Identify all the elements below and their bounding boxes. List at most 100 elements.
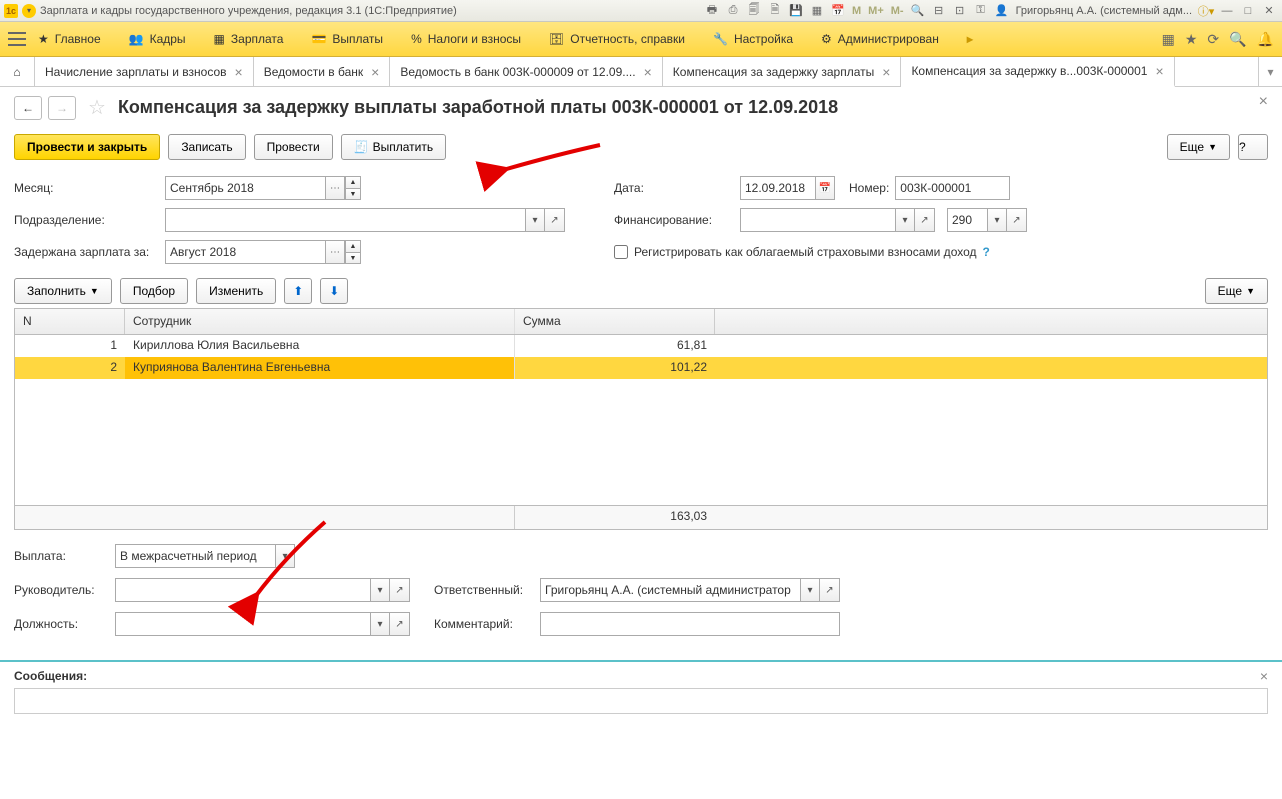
dept-open-button[interactable]: ↗ bbox=[545, 208, 565, 232]
tab-0[interactable]: Начисление зарплаты и взносов× bbox=[35, 57, 254, 86]
pos-drop-button[interactable]: ▾ bbox=[370, 612, 390, 636]
edit-button[interactable]: Изменить bbox=[196, 278, 276, 304]
tb-back-icon[interactable]: ⊟ bbox=[930, 3, 948, 19]
window-minimize-icon[interactable]: — bbox=[1218, 3, 1236, 19]
month-up-button[interactable]: ▲ bbox=[345, 176, 361, 188]
pay-button[interactable]: 🧾Выплатить bbox=[341, 134, 446, 160]
table-more-button[interactable]: Еще ▼ bbox=[1205, 278, 1268, 304]
window-close-icon[interactable]: ✕ bbox=[1260, 3, 1278, 19]
col-n-header[interactable]: N bbox=[15, 309, 125, 334]
register-tax-checkbox[interactable] bbox=[614, 245, 628, 259]
tab-4-active[interactable]: Компенсация за задержку в...003К-000001× bbox=[901, 57, 1174, 87]
write-button[interactable]: Записать bbox=[168, 134, 245, 160]
col-sum-header[interactable]: Сумма bbox=[515, 309, 715, 334]
nav-settings[interactable]: 🔧Настройка bbox=[713, 32, 793, 46]
tab-1[interactable]: Ведомости в банк× bbox=[254, 57, 391, 86]
delayed-down-button[interactable]: ▼ bbox=[345, 252, 361, 264]
tb-mminus[interactable]: M- bbox=[889, 5, 906, 17]
tb-info-icon[interactable]: ⓘ▾ bbox=[1197, 3, 1215, 19]
nav-kadry[interactable]: 👥Кадры bbox=[129, 32, 186, 46]
close-icon[interactable]: × bbox=[371, 64, 379, 80]
home-tab[interactable]: ⌂ bbox=[0, 57, 35, 86]
form-close-icon[interactable]: × bbox=[1259, 93, 1268, 111]
month-input[interactable]: Сентябрь 2018 bbox=[165, 176, 325, 200]
tb-zoom-icon[interactable]: 🔍 bbox=[909, 3, 927, 19]
table-row[interactable]: 1 Кириллова Юлия Васильевна 61,81 bbox=[15, 335, 1267, 357]
nav-main[interactable]: ★Главное bbox=[38, 32, 101, 46]
tb-key-icon[interactable]: ⚿ bbox=[972, 3, 990, 19]
number-input[interactable]: 003К-000001 bbox=[895, 176, 1010, 200]
nav-reports[interactable]: 🗄Отчетность, справки bbox=[549, 32, 685, 46]
tb-preview-icon[interactable]: ⎙ bbox=[724, 3, 742, 19]
tb-mplus[interactable]: M+ bbox=[866, 5, 886, 17]
month-ellipsis-button[interactable]: ⋯ bbox=[325, 176, 345, 200]
date-picker-button[interactable]: 📅 bbox=[815, 176, 835, 200]
dept-drop-button[interactable]: ▾ bbox=[525, 208, 545, 232]
dept-input[interactable] bbox=[165, 208, 525, 232]
fin-drop-button[interactable]: ▾ bbox=[895, 208, 915, 232]
pos-input[interactable] bbox=[115, 612, 370, 636]
hamburger-icon[interactable] bbox=[8, 32, 26, 46]
head-drop-button[interactable]: ▾ bbox=[370, 578, 390, 602]
delayed-input[interactable]: Август 2018 bbox=[165, 240, 325, 264]
delayed-up-button[interactable]: ▲ bbox=[345, 240, 361, 252]
history-icon[interactable]: ⟳ bbox=[1207, 31, 1219, 48]
resp-input[interactable]: Григорьянц А.А. (системный администратор bbox=[540, 578, 800, 602]
tb-forward-icon[interactable]: ⊡ bbox=[951, 3, 969, 19]
messages-close-icon[interactable]: × bbox=[1260, 668, 1268, 684]
more-button[interactable]: Еще ▼ bbox=[1167, 134, 1230, 160]
move-up-button[interactable]: ⬆ bbox=[284, 278, 312, 304]
fill-button[interactable]: Заполнить ▼ bbox=[14, 278, 112, 304]
tb-calc-icon[interactable]: ▦ bbox=[808, 3, 826, 19]
pick-button[interactable]: Подбор bbox=[120, 278, 188, 304]
tb-m[interactable]: M bbox=[850, 5, 863, 17]
messages-body[interactable] bbox=[14, 688, 1268, 714]
window-maximize-icon[interactable]: □ bbox=[1239, 3, 1257, 19]
tab-3[interactable]: Компенсация за задержку зарплаты× bbox=[663, 57, 902, 86]
fin-open-button[interactable]: ↗ bbox=[915, 208, 935, 232]
favorite-icon[interactable]: ★ bbox=[1185, 31, 1198, 48]
bell-icon[interactable]: 🔔 bbox=[1257, 31, 1274, 48]
delayed-ellipsis-button[interactable]: ⋯ bbox=[325, 240, 345, 264]
post-and-close-button[interactable]: Провести и закрыть bbox=[14, 134, 160, 160]
nav-back-button[interactable]: ← bbox=[14, 96, 42, 120]
nav-vyplaty[interactable]: 💳Выплаты bbox=[311, 32, 383, 46]
tab-2[interactable]: Ведомость в банк 003К-000009 от 12.09...… bbox=[390, 57, 662, 86]
month-down-button[interactable]: ▼ bbox=[345, 188, 361, 200]
tb-user-name[interactable]: Григорьянц А.А. (системный адм... bbox=[1016, 5, 1192, 17]
favorite-star-icon[interactable]: ☆ bbox=[88, 95, 106, 120]
app-menu-drop-icon[interactable]: ▾ bbox=[22, 4, 36, 18]
tb-save-icon[interactable]: 💾 bbox=[787, 3, 805, 19]
search-icon[interactable]: 🔍 bbox=[1229, 31, 1246, 48]
close-icon[interactable]: × bbox=[644, 64, 652, 80]
fin-input[interactable] bbox=[740, 208, 895, 232]
resp-open-button[interactable]: ↗ bbox=[820, 578, 840, 602]
payment-drop-button[interactable]: ▾ bbox=[275, 544, 295, 568]
tb-doc-icon[interactable]: 🗎 bbox=[766, 3, 784, 19]
payment-select[interactable]: В межрасчетный период bbox=[115, 544, 275, 568]
nav-zarplata[interactable]: ▦Зарплата bbox=[214, 32, 284, 46]
close-icon[interactable]: × bbox=[235, 64, 243, 80]
close-icon[interactable]: × bbox=[1155, 63, 1163, 79]
tabs-more-icon[interactable]: ▾ bbox=[1258, 57, 1282, 86]
nav-forward-button[interactable]: → bbox=[48, 96, 76, 120]
fin-code-input[interactable]: 290 bbox=[947, 208, 987, 232]
pos-open-button[interactable]: ↗ bbox=[390, 612, 410, 636]
help-button[interactable]: ? bbox=[1238, 134, 1268, 160]
comment-input[interactable] bbox=[540, 612, 840, 636]
head-open-button[interactable]: ↗ bbox=[390, 578, 410, 602]
tb-calendar-icon[interactable]: 📅 bbox=[829, 3, 847, 19]
fin-code-open-button[interactable]: ↗ bbox=[1007, 208, 1027, 232]
nav-admin[interactable]: ⚙Администрирован bbox=[821, 32, 939, 46]
date-input[interactable]: 12.09.2018 bbox=[740, 176, 815, 200]
nav-nalogi[interactable]: %Налоги и взносы bbox=[411, 32, 521, 46]
fin-code-drop-button[interactable]: ▾ bbox=[987, 208, 1007, 232]
move-down-button[interactable]: ⬇ bbox=[320, 278, 348, 304]
close-icon[interactable]: × bbox=[882, 64, 890, 80]
col-emp-header[interactable]: Сотрудник bbox=[125, 309, 515, 334]
nav-more-arrow-icon[interactable]: ▸ bbox=[967, 32, 973, 46]
post-button[interactable]: Провести bbox=[254, 134, 333, 160]
head-input[interactable] bbox=[115, 578, 370, 602]
tb-copy-icon[interactable]: 🗐 bbox=[745, 3, 763, 19]
tb-print-icon[interactable]: 🖶 bbox=[703, 3, 721, 19]
